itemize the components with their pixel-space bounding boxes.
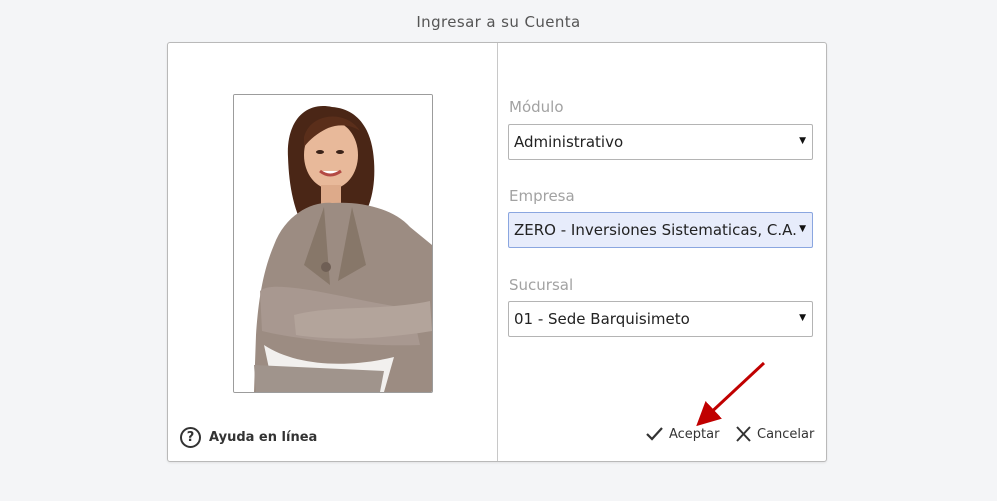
- close-icon: [736, 426, 751, 442]
- sucursal-value: 01 - Sede Barquisimeto: [514, 310, 690, 328]
- chevron-down-icon: ▼: [799, 313, 806, 323]
- chevron-down-icon: ▼: [799, 224, 806, 234]
- login-dialog: ? Ayuda en línea Módulo Administrativo ▼…: [167, 42, 827, 462]
- empresa-label: Empresa: [509, 187, 575, 205]
- cancel-label: Cancelar: [757, 426, 815, 442]
- empresa-value: ZERO - Inversiones Sistematicas, C.A.: [514, 221, 797, 239]
- online-help-label: Ayuda en línea: [209, 430, 318, 445]
- modulo-label: Módulo: [509, 98, 564, 116]
- check-icon: [646, 427, 663, 441]
- chevron-down-icon: ▼: [799, 136, 806, 146]
- user-photo: [233, 94, 433, 393]
- person-illustration-icon: [234, 95, 432, 392]
- page-title: Ingresar a su Cuenta: [416, 13, 581, 31]
- cancel-button[interactable]: Cancelar: [735, 426, 814, 442]
- panel-divider: [497, 43, 498, 461]
- online-help-link[interactable]: ? Ayuda en línea: [180, 427, 317, 448]
- empresa-select[interactable]: ZERO - Inversiones Sistematicas, C.A. ▼: [508, 212, 813, 248]
- question-circle-icon: ?: [180, 427, 201, 448]
- accept-button[interactable]: Aceptar: [645, 426, 719, 442]
- accept-label: Aceptar: [669, 426, 720, 442]
- sucursal-select[interactable]: 01 - Sede Barquisimeto ▼: [508, 301, 813, 337]
- modulo-value: Administrativo: [514, 133, 624, 151]
- modulo-select[interactable]: Administrativo ▼: [508, 124, 813, 160]
- sucursal-label: Sucursal: [509, 276, 574, 294]
